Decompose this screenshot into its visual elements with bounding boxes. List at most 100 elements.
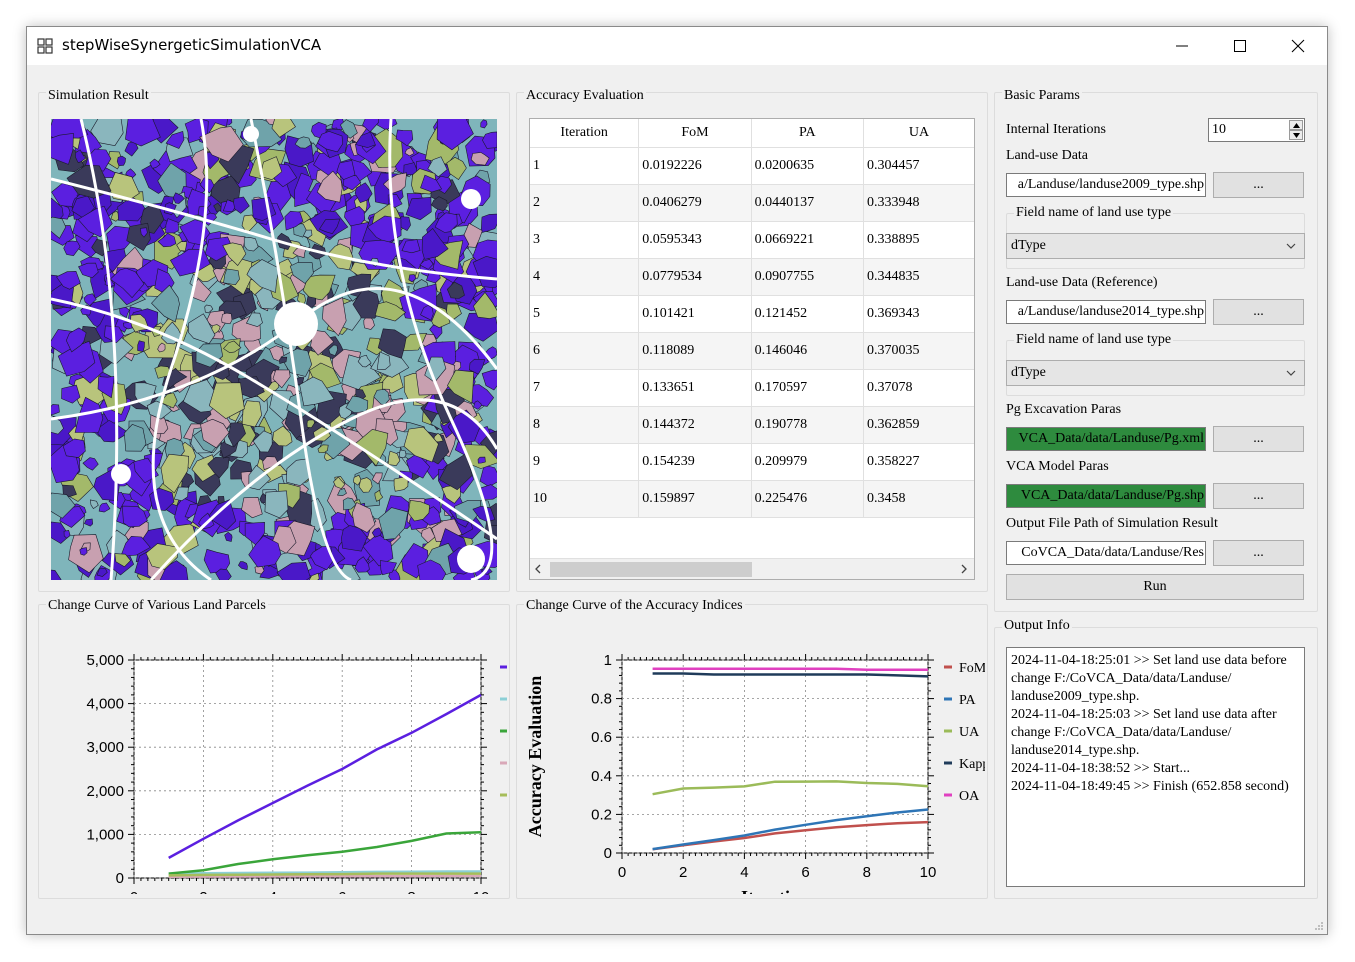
table-cell[interactable]: 0.370035 [863,332,974,370]
landuse-path-input[interactable]: a/Landuse/landuse2009_type.shp [1006,173,1206,197]
table-cell[interactable]: 0.118089 [638,332,752,370]
table-cell[interactable]: 0.0595343 [638,221,752,259]
output-path-input[interactable]: CoVCA_Data/data/Landuse/Res [1006,541,1206,565]
table-cell[interactable]: 0.170597 [751,369,865,407]
table-cell[interactable]: 6 [530,332,640,370]
table-cell[interactable]: 0.0406279 [638,184,752,222]
table-cell[interactable]: 0.358227 [863,443,974,481]
landuse-ref-label: Land-use Data (Reference) [1006,275,1158,290]
run-button[interactable]: Run [1006,574,1304,600]
table-cell[interactable]: 0.0669221 [751,221,865,259]
y-axis-label: Accuracy Evaluation [525,676,545,838]
table-cell[interactable]: 0.146046 [751,332,865,370]
column-header-ua[interactable]: UA [863,119,974,148]
table-row[interactable]: 3 0.0595343 0.0669221 0.338895 [530,221,974,259]
table-cell[interactable]: 0.144372 [638,406,752,444]
internal-iterations-spinbox[interactable]: 10 [1208,118,1305,142]
scroll-left-icon[interactable] [534,564,542,574]
table-row[interactable]: 5 0.101421 0.121452 0.369343 [530,295,974,333]
table-cell[interactable]: 0.362859 [863,406,974,444]
table-cell[interactable]: 1 [530,147,640,185]
table-row[interactable]: 2 0.0406279 0.0440137 0.333948 [530,184,974,222]
resize-grip-icon[interactable] [1314,921,1324,931]
simulation-map [51,119,497,580]
scrollbar-thumb[interactable] [550,562,752,577]
table-cell[interactable]: 0.0779534 [638,258,752,296]
x-tick-label: 0 [130,889,138,894]
table-cell[interactable]: 0.3458 [863,480,974,518]
x-tick-label: 0 [618,864,626,881]
table-row[interactable]: 1 0.0192226 0.0200635 0.304457 [530,147,974,185]
table-cell[interactable]: 0.0200635 [751,147,865,185]
table-cell[interactable]: 8 [530,406,640,444]
table-cell[interactable]: 7 [530,369,640,407]
pg-path-input[interactable]: VCA_Data/data/Landuse/Pg.xml [1006,427,1206,451]
legend-label: PA [959,693,977,708]
table-row[interactable]: 10 0.159897 0.225476 0.3458 [530,480,974,518]
table-cell[interactable]: 0.37078 [863,369,974,407]
landuse-browse-button[interactable]: ... [1213,172,1304,198]
table-cell[interactable]: 10 [530,480,640,518]
spin-down-button[interactable] [1289,130,1303,140]
table-row[interactable]: 7 0.133651 0.170597 0.37078 [530,369,974,407]
table-row[interactable]: 9 0.154239 0.209979 0.358227 [530,443,974,481]
table-cell[interactable]: 0.333948 [863,184,974,222]
field-type-select-1[interactable]: dType [1006,233,1305,259]
vca-browse-button[interactable]: ... [1213,483,1304,509]
table-cell[interactable]: 0.154239 [638,443,752,481]
landuse-ref-browse-button[interactable]: ... [1213,299,1304,325]
internal-iterations-label: Internal Iterations [1006,122,1106,137]
table-cell[interactable]: 2 [530,184,640,222]
table-cell[interactable]: 4 [530,258,640,296]
spin-up-button[interactable] [1289,120,1303,130]
spin-up-icon [1293,123,1300,128]
x-axis-label: Iteration [741,887,809,894]
table-cell[interactable]: 0.133651 [638,369,752,407]
output-log[interactable]: 2024-11-04-18:25:01 >> Set land use data… [1006,647,1305,887]
column-header-fom[interactable]: FoM [638,119,752,148]
close-button[interactable] [1269,27,1327,65]
parcel-change-chart: 024681001,0002,0003,0004,0005,00001234 [86,652,507,894]
field-type-select-2[interactable]: dType [1006,360,1305,386]
scroll-right-icon[interactable] [960,564,968,574]
table-cell[interactable]: 0.0907755 [751,258,865,296]
table-cell[interactable]: 0.190778 [751,406,865,444]
column-header-pa[interactable]: PA [751,119,865,148]
table-row[interactable]: 4 0.0779534 0.0907755 0.344835 [530,258,974,296]
accuracy-change-chart: 0 2 4 6 8 10 0 0.2 0.4 0.6 0.8 1 FoM PA UA Kappa OA Itera… [525,652,985,894]
accuracy-title: Accuracy Evaluation [524,88,646,104]
chevron-down-icon [1286,243,1296,249]
vca-path-input[interactable]: VCA_Data/data/Landuse/Pg.shp [1006,484,1206,508]
table-cell[interactable]: 0.338895 [863,221,974,259]
horizontal-scrollbar[interactable] [530,558,974,579]
output-browse-button[interactable]: ... [1213,540,1304,566]
table-cell[interactable]: 0.101421 [638,295,752,333]
table-cell[interactable]: 0.159897 [638,480,752,518]
pg-browse-button[interactable]: ... [1213,426,1304,452]
table-cell[interactable]: 3 [530,221,640,259]
legend-label: UA [959,725,980,740]
table-cell[interactable]: 5 [530,295,640,333]
table-row[interactable]: 6 0.118089 0.146046 0.370035 [530,332,974,370]
accuracy-table-view[interactable]: Iteration FoM PA UA 1 0.0192226 0.0200635 0… [529,118,975,580]
table-cell[interactable]: 0.369343 [863,295,974,333]
minimize-icon [1176,45,1188,47]
maximize-button[interactable] [1211,27,1269,65]
y-tick-label: 4,000 [86,696,124,713]
table-cell[interactable]: 9 [530,443,640,481]
table-row[interactable]: 8 0.144372 0.190778 0.362859 [530,406,974,444]
table-cell[interactable]: 0.0440137 [751,184,865,222]
y-tick-label: 5,000 [86,652,124,669]
table-cell[interactable]: 0.344835 [863,258,974,296]
table-cell[interactable]: 0.121452 [751,295,865,333]
table-cell[interactable]: 0.304457 [863,147,974,185]
table-cell[interactable]: 0.209979 [751,443,865,481]
minimize-button[interactable] [1153,27,1211,65]
landuse-ref-path-input[interactable]: a/Landuse/landuse2014_type.shp [1006,300,1206,324]
table-cell[interactable]: 0.0192226 [638,147,752,185]
field-label-2: Field name of land use type [1014,332,1174,348]
main-window: stepWiseSynergeticSimulationVCA Simulati… [26,26,1328,935]
params-title: Basic Params [1002,88,1082,104]
table-cell[interactable]: 0.225476 [751,480,865,518]
column-header-iteration[interactable]: Iteration [530,119,640,148]
